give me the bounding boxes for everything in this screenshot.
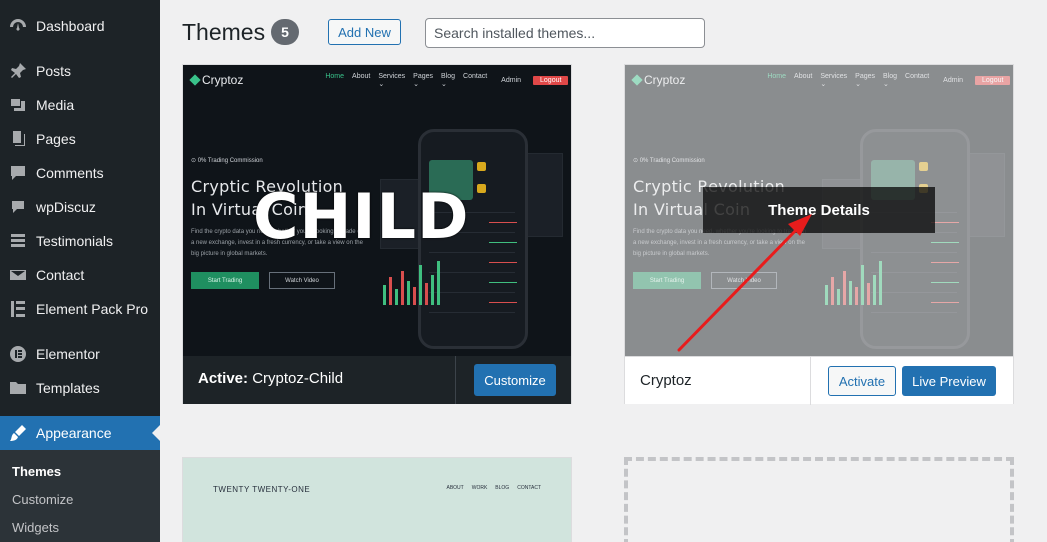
theme-screenshot[interactable]: Cryptoz HomeAboutServices ⌄Pages ⌄Blog ⌄… <box>183 65 571 356</box>
folder-icon <box>0 378 36 398</box>
sidebar-item-label: Comments <box>36 165 104 181</box>
screenshot-site-title: TWENTY TWENTY-ONE <box>213 485 311 494</box>
mail-icon <box>0 265 36 285</box>
theme-card-active[interactable]: Cryptoz Home About Services ⌄ Pages ⌄ Blog ⌄… <box>182 64 572 404</box>
sidebar-item-contact[interactable]: Contact <box>0 258 160 292</box>
comment-icon <box>0 163 36 183</box>
sidebar-item-label: Dashboard <box>36 18 105 34</box>
sidebar-item-label: Element Pack Pro <box>36 301 149 317</box>
dashboard-icon <box>0 16 36 36</box>
activate-button[interactable]: Activate <box>828 366 896 396</box>
sidebar-item-label: wpDiscuz <box>36 199 96 215</box>
theme-screenshot[interactable]: Cryptoz HomeAboutServices ⌄Pages ⌄Blog ⌄… <box>625 65 1013 356</box>
add-new-button[interactable]: Add New <box>328 19 401 45</box>
appearance-submenu: Themes Customize Widgets <box>0 450 160 542</box>
screenshot-badge: ⊙ 0% Trading Commission <box>191 158 263 164</box>
sidebar-item-label: Contact <box>36 267 85 283</box>
brush-icon <box>0 423 36 443</box>
sidebar-item-posts[interactable]: Posts <box>0 54 160 88</box>
element-pack-icon <box>0 299 36 319</box>
sidebar-item-label: Posts <box>36 63 72 79</box>
customize-button[interactable]: Customize <box>474 364 556 396</box>
theme-footer: Cryptoz Activate Live Preview <box>625 356 1013 405</box>
live-preview-button[interactable]: Live Preview <box>902 366 996 396</box>
sidebar-item-element-pack-pro[interactable]: Element Pack Pro <box>0 292 160 326</box>
screenshot-start-button: Start Trading <box>191 272 259 289</box>
submenu-item-widgets[interactable]: Widgets <box>12 520 59 535</box>
chat-icon <box>0 197 36 217</box>
sidebar-item-testimonials[interactable]: Testimonials <box>0 224 160 258</box>
theme-card-cryptoz[interactable]: Cryptoz HomeAboutServices ⌄Pages ⌄Blog ⌄… <box>624 64 1014 405</box>
sidebar-item-pages[interactable]: Pages <box>0 122 160 156</box>
page-title: Themes <box>182 19 266 45</box>
admin-sidebar: Dashboard Posts Media Pages Comments wpD… <box>0 0 160 542</box>
sidebar-item-comments[interactable]: Comments <box>0 156 160 190</box>
sidebar-item-appearance[interactable]: Appearance <box>0 416 160 450</box>
sidebar-item-label: Appearance <box>36 425 112 441</box>
sidebar-item-label: Elementor <box>36 346 100 362</box>
sidebar-item-media[interactable]: Media <box>0 88 160 122</box>
sidebar-item-label: Testimonials <box>36 233 114 249</box>
child-watermark: CHILD <box>253 180 470 253</box>
theme-name: Cryptoz <box>640 372 692 389</box>
pages-icon <box>0 129 36 149</box>
pin-icon <box>0 61 36 81</box>
sidebar-item-templates[interactable]: Templates <box>0 371 160 405</box>
sidebar-item-dashboard[interactable]: Dashboard <box>0 9 160 43</box>
add-new-theme-placeholder[interactable] <box>624 457 1014 542</box>
sidebar-item-elementor[interactable]: Elementor <box>0 337 160 371</box>
media-icon <box>0 95 36 115</box>
submenu-item-customize[interactable]: Customize <box>12 492 73 507</box>
theme-card-twenty-twenty-one[interactable]: TWENTY TWENTY-ONE ABOUT WORK BLOG CONTACT <box>182 457 572 542</box>
screenshot-logo: Cryptoz <box>189 73 243 87</box>
list-icon <box>0 231 36 251</box>
sidebar-item-wpdiscuz[interactable]: wpDiscuz <box>0 190 160 224</box>
theme-details-button[interactable]: Theme Details <box>703 187 935 233</box>
screenshot-nav: ABOUT WORK BLOG CONTACT <box>446 485 542 491</box>
sidebar-item-label: Pages <box>36 131 76 147</box>
screenshot-video-button: Watch Video <box>269 272 335 289</box>
screenshot-candles <box>381 245 451 305</box>
active-theme-footer: Active: Cryptoz-Child Customize <box>183 356 571 404</box>
elementor-icon <box>0 344 36 364</box>
sidebar-item-label: Media <box>36 97 75 113</box>
screenshot-nav: Cryptoz HomeAboutServices ⌄Pages ⌄Blog ⌄… <box>189 73 569 88</box>
search-themes-input[interactable] <box>425 18 705 48</box>
submenu-item-themes[interactable]: Themes <box>12 464 61 479</box>
active-theme-name: Active: Cryptoz-Child <box>198 370 344 387</box>
sidebar-item-label: Templates <box>36 380 100 396</box>
theme-count-badge: 5 <box>271 19 299 45</box>
